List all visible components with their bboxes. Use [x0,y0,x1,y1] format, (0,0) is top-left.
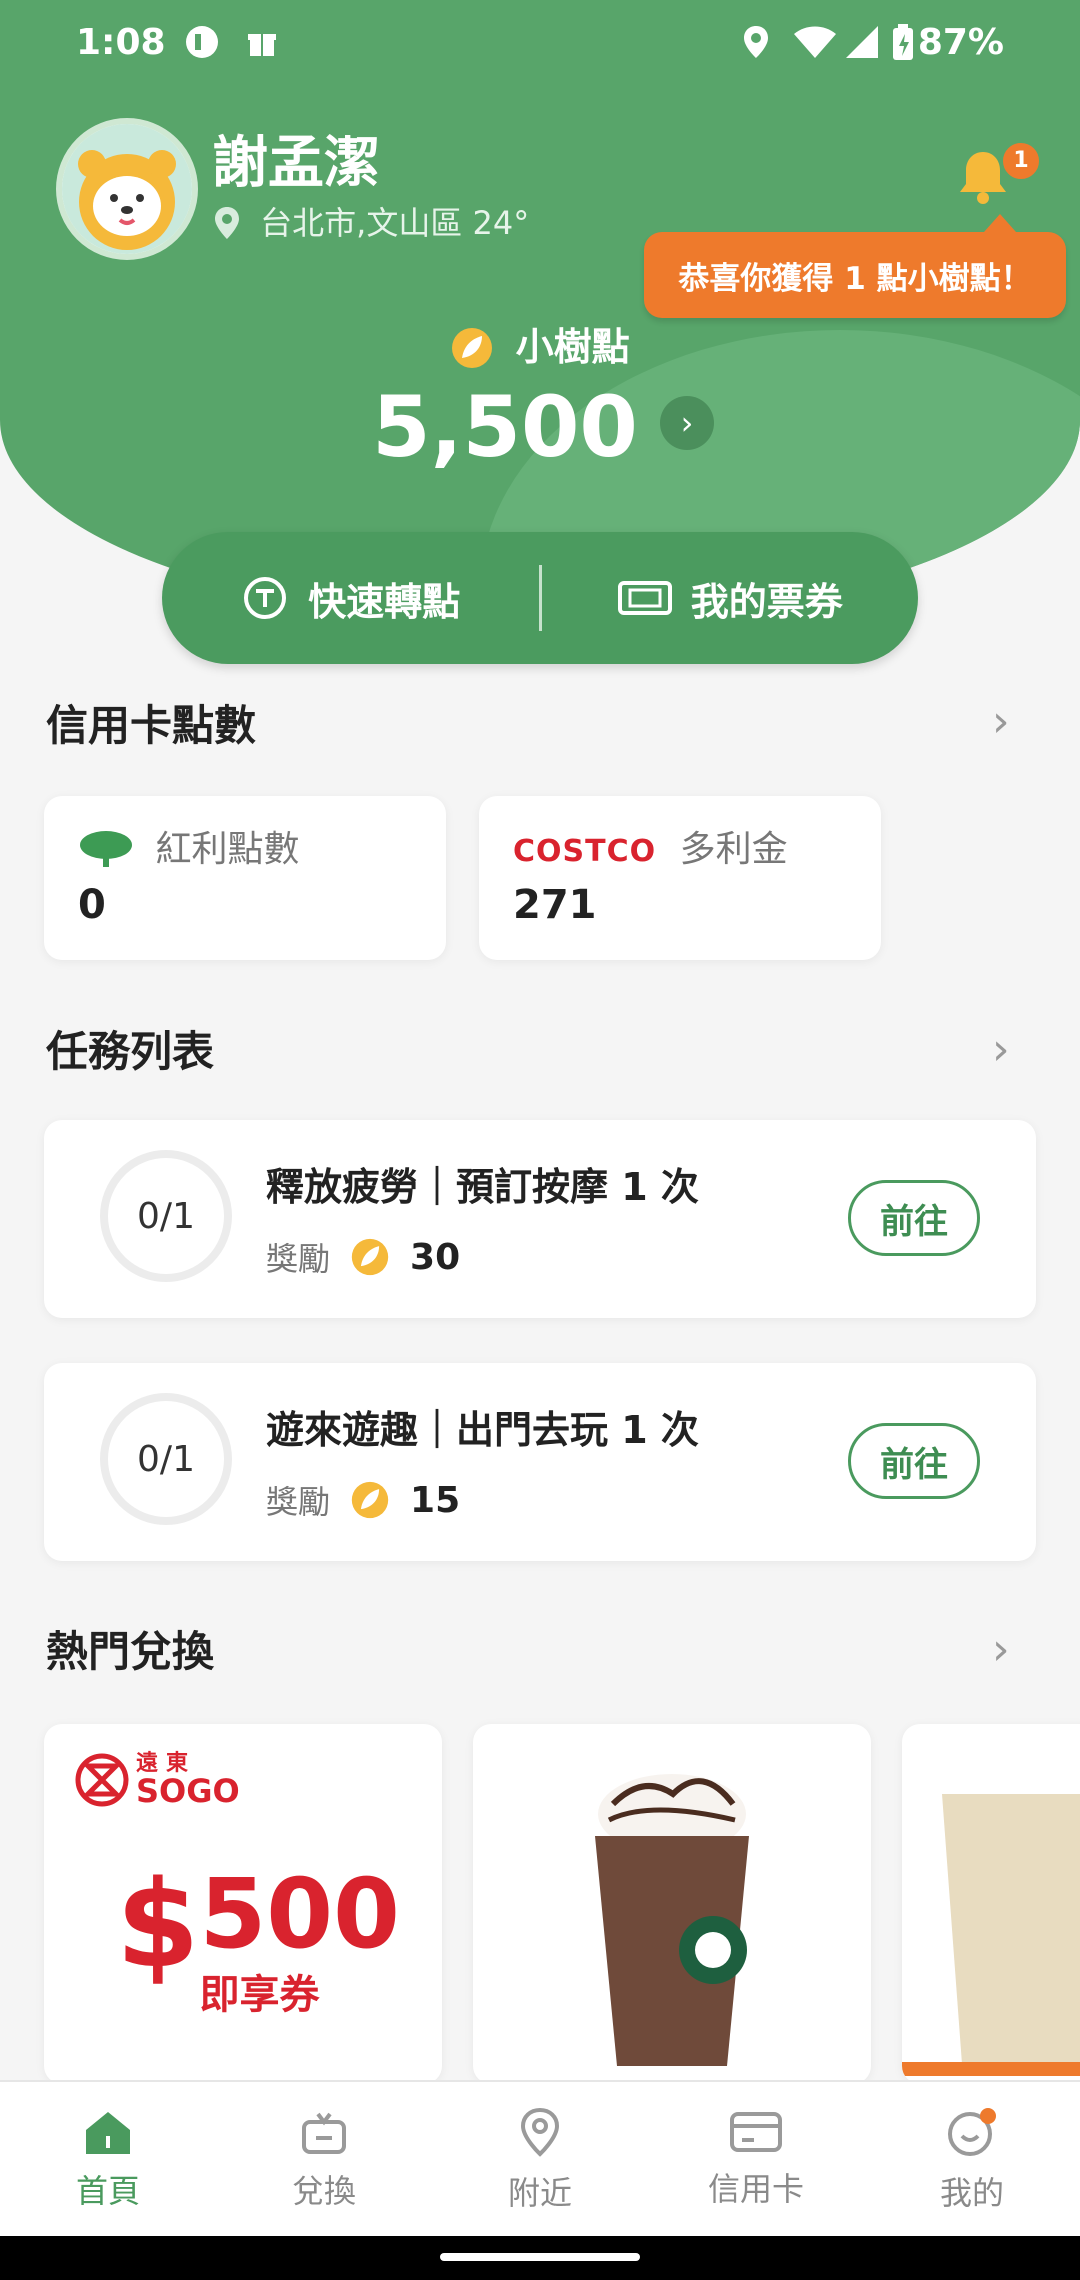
bonus-points-card[interactable]: 紅利點數 0 [44,796,446,960]
quick-action-bar: 快速轉點 我的票券 [162,532,918,664]
hot-item-card-sogo[interactable]: 遠東 SOGO $ 500 即享券 [44,1724,442,2084]
nav-credit-card-label: 信用卡 [707,2170,804,2208]
sogo-currency-symbol: $ [116,1856,200,1995]
sogo-logo-bottom: SOGO [136,1772,240,1810]
quick-transfer-button[interactable]: 快速轉點 [162,571,539,626]
profile-location: 台北市,文山區 24° [212,198,529,244]
home-icon [86,2112,130,2154]
nav-credit-card[interactable]: 信用卡 [648,2082,864,2238]
credit-section-arrow[interactable]: › [992,700,1032,744]
credit-card-icon [730,2112,782,2152]
points-label-text: 小樹點 [515,325,630,369]
bottom-navigation: 首頁 兌換 附近 信用卡 我的 [0,2080,1080,2238]
nav-home[interactable]: 首頁 [0,2082,216,2238]
transfer-icon [244,577,287,619]
nav-nearby[interactable]: 附近 [432,2082,648,2238]
costco-logo: COSTCO [513,834,657,869]
task-title: 釋放疲勞｜預訂按摩 1 次 [266,1165,699,1209]
sogo-coupon-amount: $ 500 即享券 [116,1866,400,2020]
location-pin-icon [215,207,239,239]
app-status-icon [186,26,218,58]
leaf-coin-icon [351,1481,389,1519]
costco-card[interactable]: COSTCO 多利金 271 [479,796,881,960]
leaf-coin-icon [351,1238,389,1276]
hot-item-card-latte[interactable] [902,1724,1080,2084]
profile-name: 謝孟潔 [212,131,380,196]
bonus-points-label: 紅利點數 [155,829,300,870]
nav-nearby-label: 附近 [507,2174,572,2212]
home-indicator[interactable] [440,2253,640,2261]
notification-toast[interactable]: 恭喜你獲得 1 點小樹點！ [644,214,1066,318]
task-reward: 獎勵 30 [266,1234,460,1280]
leaf-coin-icon [452,328,493,368]
status-bar: 1:08 87% [0,0,1080,90]
points-number: 5,500 [372,378,638,476]
gesture-bar [0,2236,1080,2280]
task-reward-points: 30 [410,1236,461,1278]
gift-icon [302,2112,346,2154]
tasks-section-title: 任務列表 [46,1027,215,1076]
location-status-icon [744,26,768,58]
task-reward: 獎勵 15 [266,1477,460,1523]
sogo-amount: 500 [199,1858,400,1970]
task-progress-ring: 0/1 [100,1150,232,1282]
hot-section-title: 熱門兌換 [46,1627,215,1676]
avatar[interactable] [56,118,198,260]
latte-image [902,1794,1080,2076]
gift-status-icon [248,34,276,56]
task-go-button[interactable]: 前往 [848,1180,980,1256]
nav-exchange[interactable]: 兌換 [216,2082,432,2238]
location-icon [520,2107,560,2157]
wifi-icon [794,26,836,58]
task-reward-label: 獎勵 [266,1240,331,1278]
tree-icon [80,831,132,867]
nav-profile-label: 我的 [939,2174,1004,2212]
bonus-points-title: 紅利點數 [78,820,299,872]
battery-icon [893,24,913,60]
points-detail-arrow[interactable]: › [660,396,714,450]
my-tickets-label: 我的票券 [690,579,843,624]
sogo-subtitle: 即享券 [199,1972,320,2018]
task-go-button[interactable]: 前往 [848,1423,980,1499]
sogo-emblem-icon [75,1753,129,1807]
nav-exchange-label: 兌換 [291,2172,356,2210]
location-text: 台北市,文山區 24° [260,204,530,242]
toast-text: 恭喜你獲得 1 點小樹點！ [678,260,1032,297]
nav-home-label: 首頁 [75,2172,140,2210]
hot-item-card-starbucks[interactable] [473,1724,871,2084]
notification-badge: 1 [1000,140,1042,182]
task-card[interactable]: 0/1 遊來遊趣｜出門去玩 1 次 獎勵 15 前往 [44,1363,1036,1561]
ticket-icon [617,581,672,615]
sogo-logo: 遠東 SOGO [74,1752,240,1808]
task-progress-ring: 0/1 [100,1393,232,1525]
hot-section-arrow[interactable]: › [992,1628,1032,1672]
bear-avatar-icon [62,124,192,254]
nav-profile[interactable]: 我的 [864,2082,1080,2238]
bonus-points-value: 0 [78,882,106,928]
points-label: 小樹點 [0,316,1080,371]
quick-transfer-label: 快速轉點 [308,579,461,624]
costco-value: 271 [513,882,597,928]
tasks-section-arrow[interactable]: › [992,1028,1032,1072]
profile-icon [948,2108,996,2156]
task-title: 遊來遊趣｜出門去玩 1 次 [266,1408,699,1452]
costco-label: 多利金 [679,829,788,870]
points-value[interactable]: 5,500 [0,378,1080,476]
costco-title: COSTCO 多利金 [513,820,788,872]
task-reward-label: 獎勵 [266,1483,331,1521]
my-tickets-button[interactable]: 我的票券 [542,571,919,626]
frappuccino-image [595,1774,749,2066]
battery-percent: 87% [917,22,1004,63]
signal-icon [846,26,878,58]
task-reward-points: 15 [410,1479,461,1521]
status-time: 1:08 [76,22,166,63]
task-card[interactable]: 0/1 釋放疲勞｜預訂按摩 1 次 獎勵 30 前往 [44,1120,1036,1318]
credit-section-title: 信用卡點數 [46,701,257,750]
